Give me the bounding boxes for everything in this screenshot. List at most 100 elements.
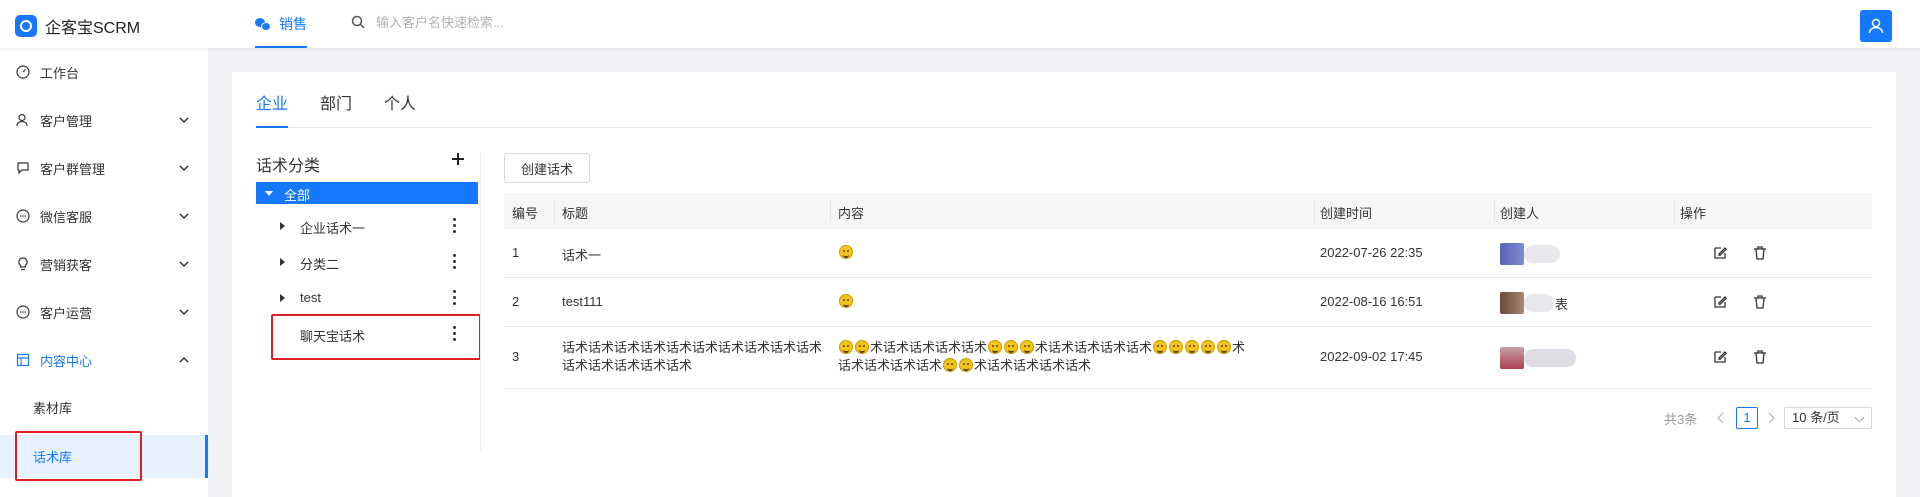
prev-page-icon[interactable] — [1716, 412, 1726, 424]
chevron-down-icon — [179, 309, 189, 316]
edit-icon[interactable] — [1712, 245, 1728, 261]
sidebar-item-wechat-service[interactable]: 微信客服 — [0, 192, 208, 240]
smile-emoji-icon — [1020, 340, 1035, 354]
sidebar-item-customers[interactable]: 客户管理 — [0, 96, 208, 144]
table-row[interactable]: 2 test111 2022-08-16 16:51 表 — [504, 278, 1872, 327]
more-icon[interactable] — [453, 290, 457, 306]
delete-icon[interactable] — [1752, 245, 1768, 261]
creator-name-redacted — [1524, 294, 1554, 312]
more-icon[interactable] — [453, 326, 457, 342]
category-item[interactable]: 分类二 — [256, 244, 478, 280]
tab-personal[interactable]: 个人 — [384, 90, 416, 128]
category-label: 全部 — [284, 188, 311, 203]
delete-icon[interactable] — [1752, 294, 1768, 310]
tab-department[interactable]: 部门 — [320, 90, 352, 128]
page-size-select[interactable]: 10 条/页 — [1784, 407, 1872, 429]
content-text: 话术话术话术话术 — [838, 358, 943, 373]
page-number[interactable]: 1 — [1736, 407, 1758, 429]
table-row[interactable]: 3 话术话术话术话术话术话术话术话术话术话术话术话术话术话术话术 术话术话术话术… — [504, 327, 1872, 389]
column-header: 内容 — [838, 206, 865, 221]
top-tab-label: 销售 — [279, 16, 307, 32]
sidebar: 工作台 客户管理 客户群管理 微信客服 营销获客 客户运营 内容中心 素材库 话… — [0, 48, 208, 497]
grin-emoji-icon — [1004, 340, 1019, 354]
tab-enterprise[interactable]: 企业 — [256, 90, 289, 128]
search-icon — [351, 15, 365, 29]
grin-emoji-icon — [1153, 340, 1168, 354]
caret-right-icon[interactable] — [280, 258, 285, 266]
category-label: 聊天宝话术 — [300, 329, 366, 344]
dashboard-icon — [16, 65, 30, 79]
create-script-button[interactable]: 创建话术 — [504, 153, 590, 183]
sidebar-item-label: 微信客服 — [40, 209, 93, 225]
smile-emoji-icon — [839, 294, 853, 308]
chevron-up-icon — [179, 356, 189, 363]
more-icon[interactable] — [453, 218, 457, 234]
bulb-icon — [18, 257, 28, 271]
chevron-down-icon — [179, 165, 189, 172]
sidebar-item-operations[interactable]: 客户运营 — [0, 288, 208, 336]
grin-emoji-icon — [855, 340, 869, 354]
user-menu-button[interactable] — [1860, 10, 1892, 42]
row-content — [838, 294, 854, 309]
row-content — [838, 245, 854, 260]
column-header: 创建人 — [1500, 206, 1540, 221]
column-header: 创建时间 — [1320, 206, 1373, 221]
chevron-down-icon — [1854, 412, 1865, 423]
main-panel: 企业 部门 个人 话术分类 全部 企业话术一 分类二 test 聊天宝话术 创建… — [232, 72, 1896, 497]
chevron-down-icon — [179, 117, 189, 124]
caret-right-icon[interactable] — [280, 294, 285, 302]
operation-icon — [16, 305, 30, 319]
grin-emoji-icon — [959, 358, 974, 372]
category-label: 企业话术一 — [300, 221, 366, 236]
sidebar-item-content-center[interactable]: 内容中心 — [0, 336, 208, 384]
category-item[interactable]: test — [256, 280, 478, 316]
category-item[interactable]: 企业话术一 — [256, 208, 478, 244]
row-content: 术话术话术话术话术 术话术话术话术话术术话术话术话术话术 术话术话术话术话术 — [838, 339, 1308, 375]
smile-emoji-icon — [1169, 340, 1184, 354]
table-row[interactable]: 1 话术一 2022-07-26 22:35 — [504, 229, 1872, 278]
smile-emoji-icon — [943, 358, 958, 372]
top-tab-sales[interactable]: 销售 — [255, 0, 307, 48]
sidebar-item-label: 营销获客 — [40, 257, 93, 273]
content-icon — [16, 353, 30, 367]
row-title: 话术一 — [562, 248, 602, 263]
row-created-time: 2022-09-02 17:45 — [1320, 349, 1423, 364]
category-all[interactable]: 全部 — [256, 182, 478, 204]
delete-icon[interactable] — [1752, 349, 1768, 365]
creator-name-redacted — [1524, 245, 1560, 263]
sidebar-item-label: 内容中心 — [40, 353, 93, 369]
pagination-total: 共3条 — [1664, 412, 1698, 427]
column-header: 标题 — [562, 206, 589, 221]
edit-icon[interactable] — [1712, 349, 1728, 365]
caret-down-icon — [265, 191, 273, 196]
sidebar-subitem-scripts[interactable]: 话术库 — [0, 435, 208, 478]
edit-icon[interactable] — [1712, 294, 1728, 310]
page-size-label: 10 条/页 — [1792, 410, 1840, 425]
caret-right-icon[interactable] — [280, 222, 285, 230]
app-logo[interactable]: 企客宝SCRM — [15, 14, 140, 38]
smile-emoji-icon — [988, 340, 1003, 354]
next-page-icon[interactable] — [1766, 412, 1776, 424]
chevron-down-icon — [179, 261, 189, 268]
sidebar-item-workbench[interactable]: 工作台 — [0, 48, 208, 96]
divider — [480, 152, 481, 452]
customer-icon — [16, 113, 28, 127]
customer-search — [350, 14, 676, 30]
wechat-icon — [255, 17, 271, 31]
chat-icon — [17, 162, 29, 175]
sidebar-item-marketing[interactable]: 营销获客 — [0, 240, 208, 288]
sidebar-item-groups[interactable]: 客户群管理 — [0, 144, 208, 192]
sidebar-subitem-materials[interactable]: 素材库 — [0, 386, 208, 429]
category-label: 分类二 — [300, 257, 340, 272]
content-text: 术话术话术话术话术 — [1035, 340, 1153, 355]
plus-icon[interactable] — [451, 152, 465, 166]
more-icon[interactable] — [453, 254, 457, 270]
avatar — [1500, 243, 1524, 265]
search-input[interactable] — [376, 14, 676, 30]
table-header: 编号 标题 内容 创建时间 创建人 操作 — [504, 193, 1872, 229]
sidebar-subitem-label: 话术库 — [33, 450, 73, 465]
category-item[interactable]: 聊天宝话术 — [256, 316, 478, 352]
avatar — [1500, 292, 1524, 314]
row-title: 话术话术话术话术话术话术话术话术话术话术话术话术话术话术话术 — [562, 340, 823, 373]
avatar — [1500, 347, 1524, 369]
